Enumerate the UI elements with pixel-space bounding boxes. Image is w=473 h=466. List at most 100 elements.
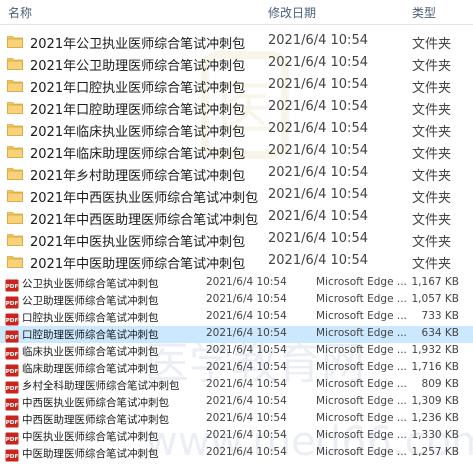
pdf-file-row[interactable]: PDF 中医执业医师综合笔试冲刺包 2021/6/4 10:54 Microsoft … xyxy=(0,428,473,445)
pdf-file-row[interactable]: PDF 口腔执业医师综合笔试冲刺包 2021/6/4 10:54 Microsoft … xyxy=(0,309,473,326)
pdf-file-type: Microsoft Edge ... xyxy=(316,395,407,407)
folder-icon xyxy=(7,55,23,70)
pdf-file-row[interactable]: PDF 公卫执业医师综合笔试冲刺包 2021/6/4 10:54 Microsoft … xyxy=(0,275,473,292)
folder-row[interactable]: 2021年中西医执业医师综合笔试冲刺包 2021/6/4 10:54 文件夹 xyxy=(0,184,473,206)
svg-text:PDF: PDF xyxy=(6,352,19,358)
folder-name: 2021年中西医执业医师综合笔试冲刺包 xyxy=(30,191,259,206)
folder-row[interactable]: 2021年公卫助理医师综合笔试冲刺包 2021/6/4 10:54 文件夹 xyxy=(0,52,473,74)
pdf-file-type: Microsoft Edge ... xyxy=(316,446,407,458)
pdf-file-icon: PDF xyxy=(5,277,19,292)
folder-row[interactable]: 2021年口腔助理医师综合笔试冲刺包 2021/6/4 10:54 文件夹 xyxy=(0,96,473,118)
pdf-file-size: 1,167 KB xyxy=(411,276,460,288)
folder-row[interactable]: 2021年临床助理医师综合笔试冲刺包 2021/6/4 10:54 文件夹 xyxy=(0,140,473,162)
pdf-file-icon: PDF xyxy=(5,362,19,377)
pdf-file-size: 634 KB xyxy=(421,327,459,339)
pdf-file-icon: PDF xyxy=(5,328,19,343)
column-header: 名称 修改日期 类型 xyxy=(0,0,473,25)
folder-icon xyxy=(7,99,23,114)
pdf-file-modified-date: 2021/6/4 10:54 xyxy=(206,429,287,441)
folder-name: 2021年中医执业医师综合笔试冲刺包 xyxy=(30,235,246,250)
pdf-file-icon: PDF xyxy=(5,430,19,445)
pdf-file-modified-date: 2021/6/4 10:54 xyxy=(206,361,287,373)
folder-name: 2021年乡村助理医师综合笔试冲刺包 xyxy=(30,169,246,184)
pdf-file-name: 口腔助理医师综合笔试冲刺包 xyxy=(22,329,159,341)
pdf-file-name: 中西医执业医师综合笔试冲刺包 xyxy=(22,397,169,409)
pdf-file-row[interactable]: PDF 中西医助理医师综合笔试冲刺包 2021/6/4 10:54 Microsoft… xyxy=(0,411,473,428)
pdf-file-name: 临床执业医师综合笔试冲刺包 xyxy=(22,346,159,358)
folder-icon xyxy=(7,253,23,268)
pdf-file-name: 公卫助理医师综合笔试冲刺包 xyxy=(22,295,159,307)
pdf-file-name: 中西医助理医师综合笔试冲刺包 xyxy=(22,414,169,426)
folder-name: 2021年公卫执业医师综合笔试冲刺包 xyxy=(30,37,246,52)
svg-text:PDF: PDF xyxy=(6,420,19,426)
folder-row[interactable]: 2021年中医助理医师综合笔试冲刺包 2021/6/4 10:54 文件夹 xyxy=(0,250,473,272)
folder-type: 文件夹 xyxy=(412,213,452,228)
folder-modified-date: 2021/6/4 10:54 xyxy=(268,99,368,114)
svg-text:PDF: PDF xyxy=(6,386,19,392)
pdf-file-row[interactable]: PDF 乡村全科助理医师综合笔试冲刺包 2021/6/4 10:54 Microsof… xyxy=(0,377,473,394)
folder-icon xyxy=(7,209,23,224)
folder-row[interactable]: 2021年公卫执业医师综合笔试冲刺包 2021/6/4 10:54 文件夹 xyxy=(0,30,473,52)
column-header-type[interactable]: 类型 xyxy=(412,4,436,21)
folder-row[interactable]: 2021年口腔执业医师综合笔试冲刺包 2021/6/4 10:54 文件夹 xyxy=(0,74,473,96)
folder-type: 文件夹 xyxy=(412,37,452,52)
pdf-file-type: Microsoft Edge ... xyxy=(316,293,407,305)
pdf-file-row[interactable]: PDF 中医助理医师综合笔试冲刺包 2021/6/4 10:54 Microsoft … xyxy=(0,445,473,462)
pdf-file-size: 1,257 KB xyxy=(411,446,460,458)
pdf-file-modified-date: 2021/6/4 10:54 xyxy=(206,276,287,288)
pdf-file-name: 公卫执业医师综合笔试冲刺包 xyxy=(22,278,159,290)
pdf-file-name: 临床助理医师综合笔试冲刺包 xyxy=(22,363,159,375)
folder-type: 文件夹 xyxy=(412,125,452,140)
folder-name: 2021年中医助理医师综合笔试冲刺包 xyxy=(30,257,246,272)
pdf-file-type: Microsoft Edge ... xyxy=(316,429,407,441)
pdf-file-modified-date: 2021/6/4 10:54 xyxy=(206,378,287,390)
pdf-file-icon: PDF xyxy=(5,345,19,360)
folder-icon xyxy=(7,165,23,180)
pdf-file-row[interactable]: PDF 口腔助理医师综合笔试冲刺包 2021/6/4 10:54 Microsoft … xyxy=(0,326,473,343)
folder-name: 2021年公卫助理医师综合笔试冲刺包 xyxy=(30,59,246,74)
column-header-modified[interactable]: 修改日期 xyxy=(268,4,316,21)
pdf-file-modified-date: 2021/6/4 10:54 xyxy=(206,344,287,356)
folder-row[interactable]: 2021年临床执业医师综合笔试冲刺包 2021/6/4 10:54 文件夹 xyxy=(0,118,473,140)
folder-type: 文件夹 xyxy=(412,191,452,206)
pdf-file-size: 1,932 KB xyxy=(411,344,460,356)
folder-modified-date: 2021/6/4 10:54 xyxy=(268,33,368,48)
column-header-name[interactable]: 名称 xyxy=(8,4,32,21)
pdf-file-modified-date: 2021/6/4 10:54 xyxy=(206,293,287,305)
svg-text:PDF: PDF xyxy=(6,318,19,324)
svg-text:PDF: PDF xyxy=(6,454,19,460)
folder-row[interactable]: 2021年中西医助理医师综合笔试冲刺包 2021/6/4 10:54 文件夹 xyxy=(0,206,473,228)
folder-type: 文件夹 xyxy=(412,235,452,250)
pdf-file-type: Microsoft Edge ... xyxy=(316,412,407,424)
pdf-file-type: Microsoft Edge ... xyxy=(316,378,407,390)
pdf-file-modified-date: 2021/6/4 10:54 xyxy=(206,395,287,407)
pdf-file-type: Microsoft Edge ... xyxy=(316,276,407,288)
folder-icon xyxy=(7,187,23,202)
pdf-file-name: 口腔执业医师综合笔试冲刺包 xyxy=(22,312,159,324)
folder-icon xyxy=(7,33,23,48)
folder-modified-date: 2021/6/4 10:54 xyxy=(268,187,368,202)
svg-text:PDF: PDF xyxy=(6,403,19,409)
pdf-file-icon: PDF xyxy=(5,396,19,411)
pdf-file-size: 733 KB xyxy=(421,310,459,322)
pdf-file-row[interactable]: PDF 公卫助理医师综合笔试冲刺包 2021/6/4 10:54 Microsoft … xyxy=(0,292,473,309)
folder-name: 2021年口腔执业医师综合笔试冲刺包 xyxy=(30,81,246,96)
folder-modified-date: 2021/6/4 10:54 xyxy=(268,77,368,92)
svg-text:PDF: PDF xyxy=(6,335,19,341)
folder-icon xyxy=(7,143,23,158)
folder-type: 文件夹 xyxy=(412,147,452,162)
folder-name: 2021年中西医助理医师综合笔试冲刺包 xyxy=(30,213,259,228)
pdf-file-row[interactable]: PDF 中西医执业医师综合笔试冲刺包 2021/6/4 10:54 Microsoft… xyxy=(0,394,473,411)
folder-row[interactable]: 2021年乡村助理医师综合笔试冲刺包 2021/6/4 10:54 文件夹 xyxy=(0,162,473,184)
pdf-file-row[interactable]: PDF 临床助理医师综合笔试冲刺包 2021/6/4 10:54 Microsoft … xyxy=(0,360,473,377)
folder-type: 文件夹 xyxy=(412,169,452,184)
folder-modified-date: 2021/6/4 10:54 xyxy=(268,253,368,268)
pdf-file-size: 1,309 KB xyxy=(411,395,460,407)
pdf-file-row[interactable]: PDF 临床执业医师综合笔试冲刺包 2021/6/4 10:54 Microsoft … xyxy=(0,343,473,360)
folder-modified-date: 2021/6/4 10:54 xyxy=(268,165,368,180)
folder-row[interactable]: 2021年中医执业医师综合笔试冲刺包 2021/6/4 10:54 文件夹 xyxy=(0,228,473,250)
svg-text:PDF: PDF xyxy=(6,369,19,375)
folder-type: 文件夹 xyxy=(412,81,452,96)
pdf-file-type: Microsoft Edge ... xyxy=(316,310,407,322)
pdf-file-name: 中医助理医师综合笔试冲刺包 xyxy=(22,448,159,460)
